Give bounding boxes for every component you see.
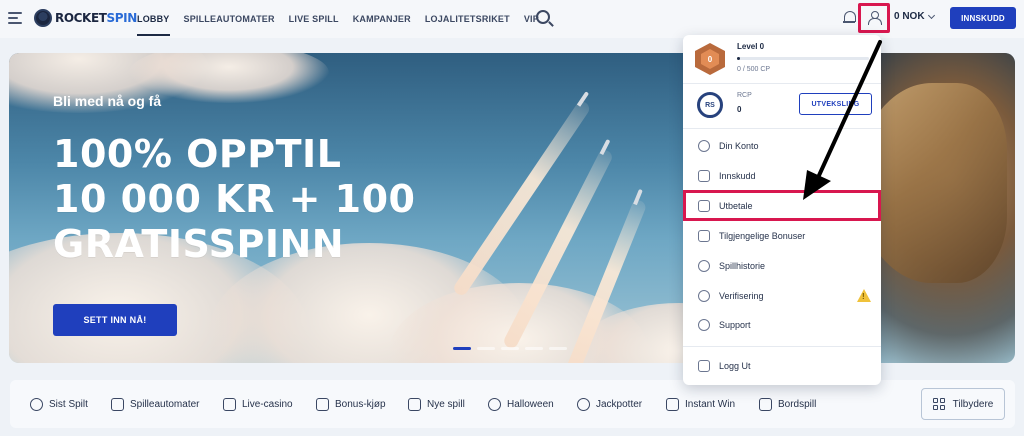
- divider: [683, 83, 881, 84]
- lightning-icon: [408, 397, 421, 411]
- slot-icon: [111, 397, 124, 411]
- gift-icon: [698, 230, 710, 242]
- menu-item-innskudd[interactable]: Innskudd: [683, 163, 881, 189]
- pumpkin-icon: [488, 397, 501, 411]
- rocket-trail: [451, 99, 592, 298]
- chat-icon: [698, 319, 710, 331]
- carousel-dot[interactable]: [525, 347, 543, 350]
- menu-item-verifisering[interactable]: Verifisering: [683, 283, 881, 309]
- level-progress-bar: [737, 57, 869, 60]
- level-badge: 0: [695, 43, 725, 75]
- rcp-coin-icon: RS: [697, 92, 723, 118]
- nav-kampanjer[interactable]: KAMPANJER: [353, 0, 411, 38]
- logo-text: ROCKETSPIN: [55, 11, 137, 25]
- level-title: Level 0: [737, 42, 765, 51]
- main-nav: LOBBY SPILLEAUTOMATER LIVE SPILL KAMPANJ…: [137, 0, 539, 38]
- hero-title-line: 10 000 KR + 100: [53, 177, 416, 221]
- coin-icon: [577, 397, 590, 411]
- history-icon: [698, 260, 710, 272]
- divider: [683, 346, 881, 347]
- bell-icon[interactable]: [843, 10, 856, 24]
- nav-lojalitetsriket[interactable]: LOJALITETSRIKET: [425, 0, 510, 38]
- hero-title-line: GRATISSPINN: [53, 222, 345, 266]
- exchange-button[interactable]: UTVEKSLING: [799, 93, 872, 115]
- carousel-dot[interactable]: [501, 347, 519, 350]
- hero-title: 100% OPPTIL 10 000 KR + 100 GRATISSPINN: [53, 132, 416, 267]
- category-bonus-kjop[interactable]: Bonus-kjøp: [316, 380, 386, 428]
- menu-item-tilgjengelige-bonuser[interactable]: Tilgjengelige Bonuser: [683, 223, 881, 249]
- balance-selector[interactable]: 0 NOK: [894, 11, 935, 22]
- user-account-button[interactable]: [858, 3, 890, 33]
- carousel-dot[interactable]: [453, 347, 471, 350]
- cards-icon: [759, 397, 772, 411]
- category-live-casino[interactable]: Live-casino: [223, 380, 293, 428]
- category-sist-spilt[interactable]: Sist Spilt: [30, 380, 88, 428]
- nav-lobby[interactable]: LOBBY: [137, 0, 170, 38]
- category-jackpotter[interactable]: Jackpotter: [577, 380, 642, 428]
- category-bordspill[interactable]: Bordspill: [759, 380, 816, 428]
- menu-item-support[interactable]: Support: [683, 312, 881, 338]
- hero-subtitle: Bli med nå og få: [53, 93, 162, 109]
- grid-icon: [932, 398, 945, 410]
- account-dropdown: 0 Level 0 0 / 500 CP RS RCP 0 UTVEKSLING…: [683, 35, 881, 385]
- category-halloween[interactable]: Halloween: [488, 380, 554, 428]
- hero-deposit-button[interactable]: SETT INN NÅ!: [53, 304, 177, 336]
- nav-spilleautomater[interactable]: SPILLEAUTOMATER: [184, 0, 275, 38]
- menu-item-spillhistorie[interactable]: Spillhistorie: [683, 253, 881, 279]
- carousel-dot[interactable]: [549, 347, 567, 350]
- divider: [683, 128, 881, 129]
- rcp-value: 0: [737, 105, 742, 114]
- wallet-icon: [698, 170, 710, 182]
- menu-item-utbetale[interactable]: Utbetale: [683, 190, 881, 221]
- logout-icon: [698, 360, 710, 372]
- warning-icon: [857, 289, 871, 302]
- site-logo[interactable]: ROCKETSPIN: [34, 9, 137, 27]
- level-progress-fill: [737, 57, 740, 60]
- dealer-icon: [223, 397, 236, 411]
- deposit-button[interactable]: INNSKUDD: [950, 7, 1016, 29]
- carousel-dot[interactable]: [477, 347, 495, 350]
- clock-icon: [30, 397, 43, 411]
- chevron-down-icon: [927, 11, 935, 19]
- category-nye-spill[interactable]: Nye spill: [408, 380, 465, 428]
- user-icon: [868, 11, 882, 25]
- cash-icon: [698, 199, 710, 212]
- search-icon[interactable]: [536, 10, 550, 24]
- menu-item-logg-ut[interactable]: Logg Ut: [683, 353, 881, 379]
- hamburger-menu-icon[interactable]: [8, 12, 22, 24]
- balance-value: 0 NOK: [894, 11, 925, 22]
- shield-check-icon: [698, 290, 710, 302]
- gift-icon: [316, 397, 329, 411]
- level-cp-text: 0 / 500 CP: [737, 66, 771, 73]
- rocket-small-icon: [666, 397, 679, 411]
- rcp-label: RCP: [737, 92, 752, 99]
- carousel-dots: [453, 347, 567, 350]
- top-bar: ROCKETSPIN LOBBY SPILLEAUTOMATER LIVE SP…: [0, 0, 1024, 38]
- menu-item-din-konto[interactable]: Din Konto: [683, 133, 881, 159]
- user-icon: [698, 140, 710, 152]
- rocket-logo-icon: [34, 9, 52, 27]
- category-spilleautomater[interactable]: Spilleautomater: [111, 380, 199, 428]
- nav-live-spill[interactable]: LIVE SPILL: [289, 0, 339, 38]
- hero-title-line: 100% OPPTIL: [53, 132, 342, 176]
- providers-button[interactable]: Tilbydere: [921, 388, 1005, 420]
- category-instant-win[interactable]: Instant Win: [666, 380, 735, 428]
